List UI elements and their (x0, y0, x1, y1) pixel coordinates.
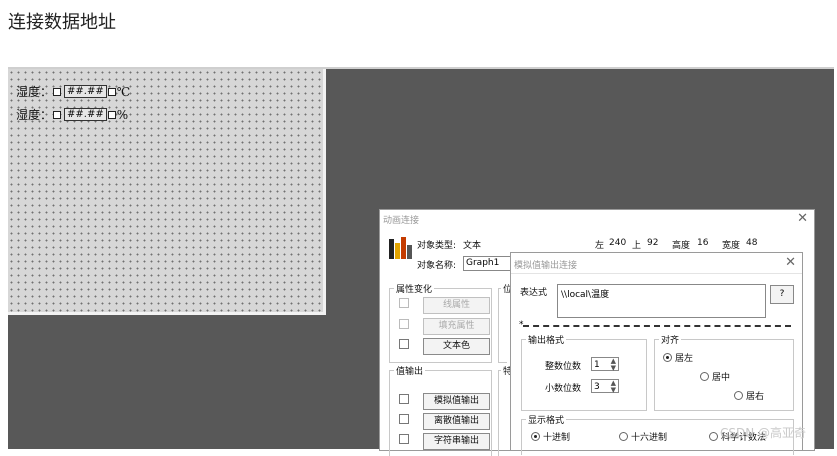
width-label: 宽度 (722, 241, 741, 251)
text-color-checkbox[interactable] (399, 339, 409, 349)
align-group: 对齐 居左 居中 居右 (654, 333, 794, 411)
humidity-row-2[interactable]: 湿度： ##.## % (16, 106, 128, 123)
expression-label: 表达式 (520, 288, 548, 298)
output-format-group: 输出格式 整数位数 1 ▲ ▼ 小数位数 3 ▲ ▼ (521, 333, 647, 411)
value-output-group: 值输出 模拟值输出 离散值输出 字符串输出 (389, 364, 492, 456)
attr-group: 属性变化 线属性 填充属性 文本色 (389, 282, 492, 363)
value-output-label: 值输出 (394, 364, 426, 377)
close-icon[interactable]: ✕ (785, 255, 796, 270)
fill-attr-button[interactable]: 填充属性 (423, 318, 490, 335)
object-type-value: 文本 (463, 241, 482, 251)
align-center-radio[interactable] (700, 372, 709, 381)
separator (523, 325, 791, 327)
text-color-button[interactable]: 文本色 (423, 338, 490, 355)
top-value: 92 (647, 238, 659, 248)
books-icon (389, 237, 413, 259)
left-value: 240 (609, 238, 627, 248)
object-type-label: 对象类型: (417, 241, 457, 251)
display-format-label: 显示格式 (526, 413, 567, 426)
expression-browse-button[interactable]: ? (770, 285, 794, 304)
top-label: 上 (632, 241, 642, 251)
expression-input[interactable]: \\local\温度 (557, 284, 766, 318)
width-value: 48 (746, 238, 758, 248)
fill-attr-checkbox[interactable] (399, 319, 409, 329)
align-left-radio[interactable] (663, 353, 672, 362)
humidity-label: 湿度： (16, 85, 53, 99)
hex-label: 十六进制 (631, 433, 668, 443)
decimal-radio[interactable] (531, 432, 540, 441)
unit-label: ℃ (116, 84, 131, 99)
align-group-label: 对齐 (659, 333, 682, 346)
analog-output-button[interactable]: 模拟值输出 (423, 393, 490, 410)
align-left-label: 居左 (675, 354, 694, 364)
humidity-row-1[interactable]: 湿度： ##.## ℃ (16, 83, 130, 100)
align-center-label: 居中 (712, 373, 731, 383)
align-right-radio[interactable] (734, 391, 743, 400)
string-output-button[interactable]: 字符串输出 (423, 433, 490, 450)
decimal-label: 十进制 (543, 433, 571, 443)
output-format-label: 输出格式 (526, 333, 567, 346)
discrete-checkbox[interactable] (399, 414, 409, 424)
hex-radio[interactable] (619, 432, 628, 441)
align-right-label: 居右 (746, 392, 765, 402)
value-placeholder[interactable]: ##.## (64, 85, 107, 98)
height-label: 高度 (672, 241, 691, 251)
value-placeholder[interactable]: ##.## (64, 108, 107, 121)
height-value: 16 (697, 238, 709, 248)
page-heading: 连接数据地址 (8, 12, 116, 33)
value-output-group-2: 特 (498, 364, 515, 456)
humidity-label: 湿度： (16, 108, 53, 122)
left-label: 左 (595, 241, 605, 251)
line-attr-checkbox[interactable] (399, 298, 409, 308)
watermark: CSDN @高亚奇 (720, 426, 807, 440)
unit-label: % (116, 107, 129, 122)
close-icon[interactable]: ✕ (797, 211, 808, 226)
attr-group-label: 属性变化 (394, 282, 435, 295)
int-digits-label: 整数位数 (545, 362, 582, 372)
sci-radio[interactable] (709, 432, 718, 441)
object-name-field[interactable]: Graph1 (463, 256, 515, 271)
design-canvas[interactable]: 湿度： ##.## ℃ 湿度： ##.## % (8, 69, 326, 315)
dialog-title: 动画连接 (383, 216, 420, 226)
line-attr-button[interactable]: 线属性 (423, 297, 490, 314)
int-digits-stepper[interactable]: 1 ▲ ▼ (591, 357, 619, 372)
analog-checkbox[interactable] (399, 394, 409, 404)
object-name-label: 对象名称: (417, 261, 457, 271)
dec-digits-stepper[interactable]: 3 ▲ ▼ (591, 379, 619, 394)
discrete-output-button[interactable]: 离散值输出 (423, 413, 490, 430)
attr-group-2: 位 (498, 282, 515, 363)
dec-digits-label: 小数位数 (545, 384, 582, 394)
string-checkbox[interactable] (399, 434, 409, 444)
analog-output-dialog: 模拟值输出连接 ✕ 表达式 \\local\温度 ? * 输出格式 整数位数 1… (510, 252, 803, 455)
dialog-title: 模拟值输出连接 (514, 261, 578, 271)
